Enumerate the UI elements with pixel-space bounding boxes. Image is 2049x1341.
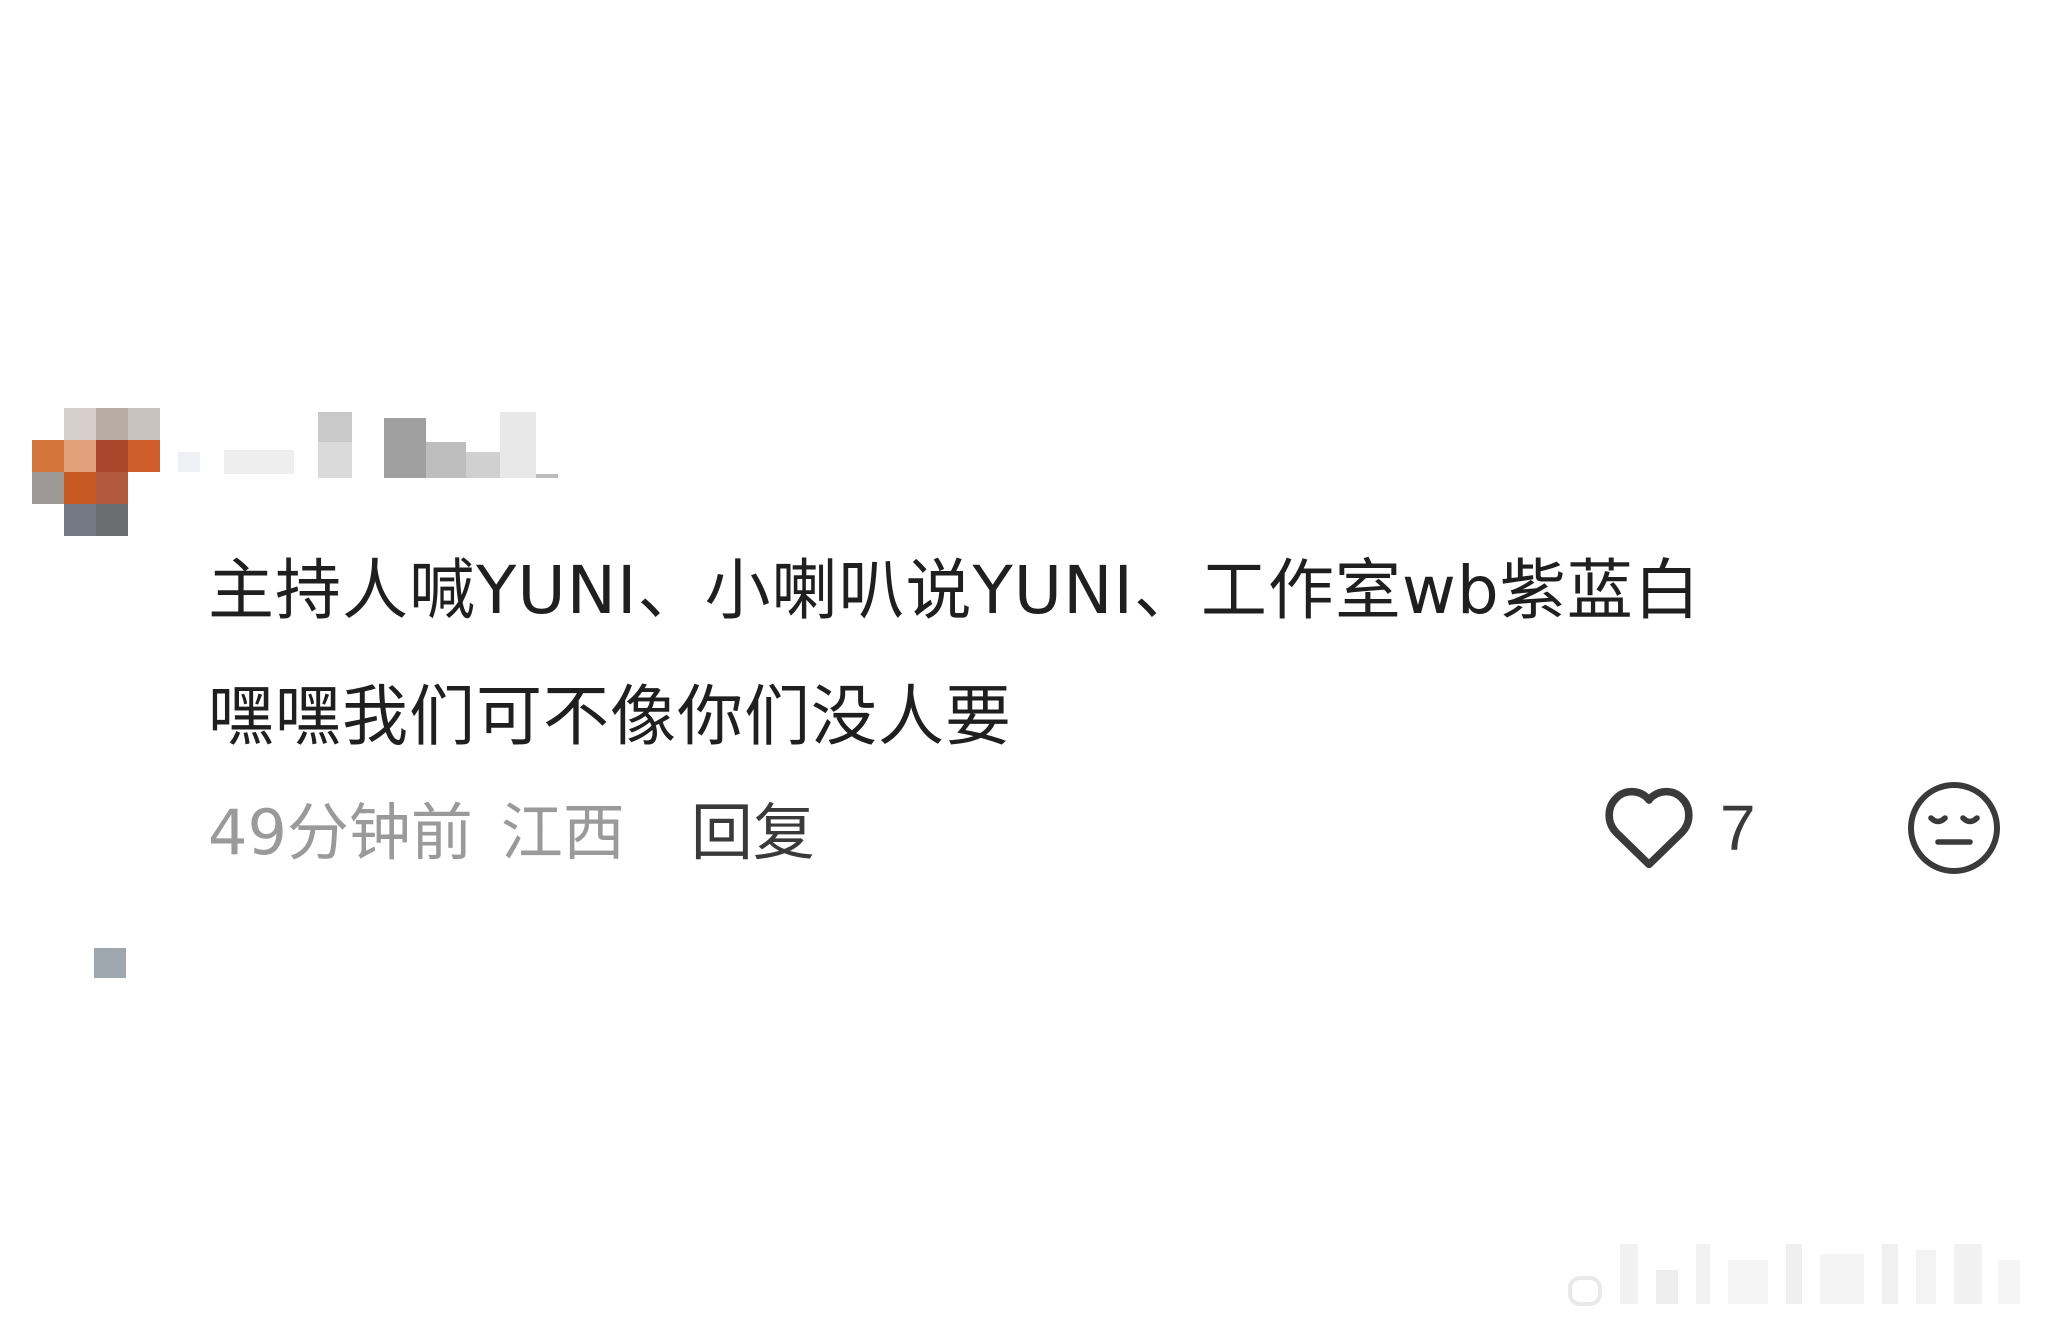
watermark: [1560, 1230, 2030, 1310]
like-count: 7: [1720, 792, 1756, 864]
comment-line: 嘿嘿我们可不像你们没人要: [208, 678, 1012, 755]
comment-time: 49分钟前: [208, 796, 473, 869]
dislike-button[interactable]: [1904, 778, 2004, 878]
comment-meta: 49分钟前 江西 回复: [208, 782, 815, 872]
like-button[interactable]: 7: [1598, 778, 1756, 878]
comment-line: 主持人喊YUNI、小喇叭说YUNI、工作室wb紫蓝白: [208, 552, 1701, 629]
comment-region: 江西: [500, 796, 625, 869]
neutral-face-icon: [1904, 782, 2004, 882]
reply-indicator[interactable]: [94, 948, 126, 978]
avatar[interactable]: [32, 408, 160, 536]
comment-text: 主持人喊YUNI、小喇叭说YUNI、工作室wb紫蓝白 嘿嘿我们可不像你们没人要: [208, 528, 2008, 780]
reply-button[interactable]: 回复: [691, 782, 815, 872]
username[interactable]: [178, 412, 558, 480]
heart-outline-icon: [1598, 780, 1700, 876]
